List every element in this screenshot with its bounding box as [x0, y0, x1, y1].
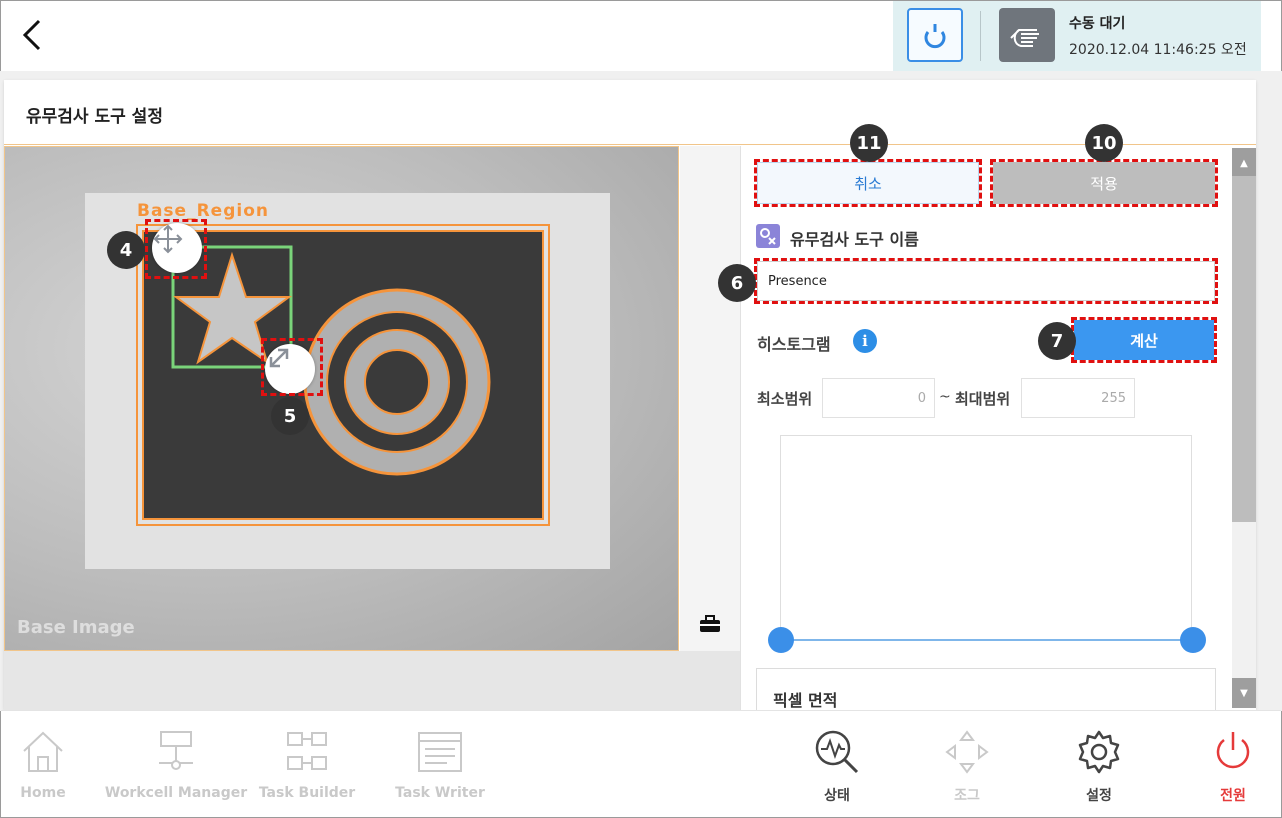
marker-badge-6: 6 [718, 264, 756, 302]
gear-icon [1075, 727, 1123, 777]
presence-tool-icon [756, 224, 780, 248]
min-slider-knob[interactable] [768, 627, 794, 653]
resize-handle-highlight [261, 338, 323, 396]
task-writer-icon [417, 727, 463, 777]
image-side-gutter [680, 146, 740, 651]
settings-scrollbar[interactable]: ▲ ▼ [1232, 148, 1256, 708]
status-monitor-icon [813, 727, 861, 777]
nav-task-writer-label: Task Writer [395, 785, 485, 801]
tool-name-label: 유무검사 도구 이름 [790, 230, 919, 249]
scroll-down-arrow[interactable]: ▼ [1232, 678, 1256, 708]
pixel-area-label: 픽셀 면적 [773, 691, 838, 710]
histogram-chart [780, 435, 1192, 641]
nav-home[interactable]: Home [13, 711, 73, 818]
status-title: 수동 대기 [1069, 16, 1126, 32]
home-icon [20, 727, 66, 777]
region-label: Base_Region [137, 201, 269, 221]
nav-task-builder-label: Task Builder [258, 785, 356, 801]
apply-button-highlight [990, 159, 1218, 207]
pixel-area-card: 픽셀 면적 [756, 668, 1216, 710]
title-divider [4, 144, 1256, 145]
info-icon[interactable]: i [853, 329, 877, 353]
histogram-range-slider[interactable] [781, 639, 1193, 641]
min-range-label: 최소범위 [757, 390, 813, 408]
move-handle-highlight [145, 219, 207, 279]
nav-status[interactable]: 상태 [807, 711, 867, 818]
toolbox-icon[interactable] [699, 614, 721, 638]
marker-badge-11: 11 [850, 124, 888, 162]
rotate-button[interactable] [907, 8, 963, 62]
bottom-nav-bar: Home Workcell Manager Task Builder Task … [1, 710, 1281, 817]
jog-dpad-icon [943, 727, 991, 777]
max-slider-knob[interactable] [1180, 627, 1206, 653]
scroll-up-arrow[interactable]: ▲ [1232, 148, 1256, 178]
refresh-icon [924, 24, 946, 49]
nav-workcell-manager[interactable]: Workcell Manager [105, 711, 247, 818]
nav-power[interactable]: 전원 [1203, 711, 1263, 818]
task-builder-icon [284, 727, 330, 777]
status-divider [980, 11, 981, 61]
nav-settings[interactable]: 설정 [1069, 711, 1129, 818]
chevron-left-icon [22, 19, 41, 51]
cancel-button-highlight [754, 159, 982, 207]
nav-jog[interactable]: 조그 [937, 711, 997, 818]
hand-icon [999, 8, 1055, 62]
range-tilde: ~ [939, 389, 951, 405]
marker-badge-10: 10 [1085, 124, 1123, 162]
top-bar: 수동 대기 2020.12.04 11:46:25 오전 [1, 1, 1281, 71]
tool-name-highlight [754, 258, 1218, 304]
image-footer-area [4, 651, 740, 710]
base-image-label: Base Image [17, 617, 135, 638]
marker-badge-5: 5 [271, 397, 309, 435]
scroll-thumb[interactable] [1232, 176, 1256, 522]
min-range-input[interactable] [822, 378, 935, 418]
power-icon [1209, 727, 1257, 777]
workcell-tree-icon [153, 727, 199, 777]
page-title: 유무검사 도구 설정 [26, 107, 163, 127]
max-range-label: 최대범위 [955, 390, 1011, 408]
max-range-input[interactable] [1021, 378, 1135, 418]
status-timestamp: 2020.12.04 11:46:25 오전 [1069, 42, 1247, 58]
nav-jog-label: 조그 [954, 788, 980, 804]
nav-workcell-manager-label: Workcell Manager [104, 785, 248, 801]
calculate-button-highlight [1071, 317, 1217, 363]
nav-task-builder[interactable]: Task Builder [259, 711, 355, 818]
nav-home-label: Home [20, 785, 66, 801]
histogram-label: 히스토그램 [757, 335, 831, 354]
nav-status-label: 상태 [824, 788, 850, 804]
camera-image-view[interactable]: Base_Region Base Image 4 5 [4, 146, 679, 651]
marker-badge-7: 7 [1038, 322, 1076, 360]
base-image-drawing [85, 193, 610, 569]
marker-badge-4: 4 [107, 231, 145, 269]
nav-task-writer[interactable]: Task Writer [395, 711, 485, 818]
nav-settings-label: 설정 [1086, 788, 1112, 804]
back-button[interactable] [15, 17, 51, 53]
robot-status-panel: 수동 대기 2020.12.04 11:46:25 오전 [893, 1, 1261, 71]
nav-power-label: 전원 [1220, 788, 1246, 804]
